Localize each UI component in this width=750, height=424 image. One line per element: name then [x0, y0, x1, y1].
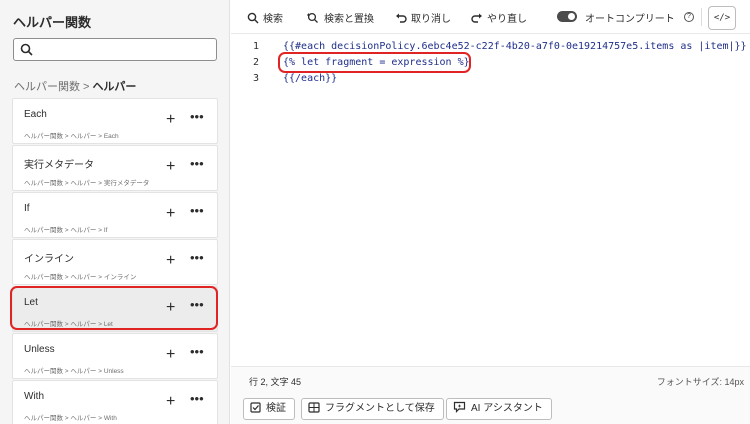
add-icon[interactable]: +: [166, 347, 175, 363]
editor-toolbar: 検索 検索と置換 取り消し やり直し オートコンプリート ? </>: [231, 0, 750, 34]
validate-button[interactable]: 検証: [243, 398, 295, 420]
item-name: With: [24, 391, 44, 402]
help-icon[interactable]: ?: [684, 12, 694, 22]
item-path: ヘルパー関数 > ヘルパー > インライン: [24, 274, 137, 281]
validate-label: 検証: [266, 403, 286, 414]
line-number: 1: [253, 41, 260, 52]
autocomplete-toggle[interactable]: [557, 11, 577, 22]
redo-icon: [471, 13, 482, 23]
item-name: If: [24, 203, 30, 214]
list-item-unless[interactable]: Unless ヘルパー関数 > ヘルパー > Unless + •••: [12, 333, 218, 379]
ai-assistant-label: AI アシスタント: [471, 403, 543, 414]
redo-label: やり直し: [487, 14, 527, 25]
item-name: 実行メタデータ: [24, 160, 94, 171]
search-icon: [247, 12, 259, 24]
ai-assistant-button[interactable]: AI アシスタント: [446, 398, 552, 420]
save-as-fragment-button[interactable]: フラグメントとして保存: [301, 398, 444, 420]
search-label: 検索: [263, 14, 283, 25]
item-path: ヘルパー関数 > ヘルパー > Unless: [24, 368, 124, 375]
autocomplete-label: オートコンプリート: [585, 14, 675, 25]
list-item-each[interactable]: Each ヘルパー関数 > ヘルパー > Each + •••: [12, 98, 218, 144]
redo-button[interactable]: やり直し: [471, 10, 527, 25]
undo-icon: [396, 13, 407, 23]
breadcrumb-current: ヘルパー: [92, 81, 137, 93]
add-icon[interactable]: +: [166, 112, 175, 128]
cursor-position: 行 2, 文字 45: [249, 377, 302, 387]
item-name: Unless: [24, 344, 55, 355]
undo-button[interactable]: 取り消し: [395, 10, 451, 25]
list-item-if[interactable]: If ヘルパー関数 > ヘルパー > If + •••: [12, 192, 218, 238]
save-as-fragment-label: フラグメントとして保存: [325, 403, 435, 414]
search-replace-icon: [307, 12, 318, 23]
action-bar: 検証 フラグメントとして保存 AI アシスタント: [231, 394, 750, 424]
helper-list: Each ヘルパー関数 > ヘルパー > Each + ••• 実行メタデータ …: [12, 98, 218, 424]
search-input[interactable]: [13, 38, 217, 61]
list-item-with[interactable]: With ヘルパー関数 > ヘルパー > With + •••: [12, 380, 218, 424]
more-options-icon[interactable]: •••: [190, 391, 204, 407]
undo-label: 取り消し: [411, 14, 451, 25]
code-editor[interactable]: 1 {{#each decisionPolicy.6ebc4e52-c22f-4…: [231, 35, 750, 365]
breadcrumb-separator: >: [83, 81, 90, 93]
item-path: ヘルパー関数 > ヘルパー > If: [24, 227, 108, 234]
validate-icon: [250, 402, 261, 413]
search-button[interactable]: 検索: [247, 10, 283, 25]
toolbar-divider: [701, 8, 702, 26]
font-size-indicator: フォントサイズ: 14px: [656, 377, 744, 387]
list-item-inline[interactable]: インライン ヘルパー関数 > ヘルパー > インライン + •••: [12, 239, 218, 285]
fragment-icon: [308, 402, 320, 413]
code-highlight-annotation: [278, 52, 471, 73]
add-icon[interactable]: +: [166, 394, 175, 410]
add-icon[interactable]: +: [166, 206, 175, 222]
breadcrumb: ヘルパー関数 > ヘルパー: [14, 78, 136, 94]
more-options-icon[interactable]: •••: [190, 203, 204, 219]
item-path: ヘルパー関数 > ヘルパー > 実行メタデータ: [24, 180, 150, 187]
search-icon: [20, 43, 33, 56]
code-view-button[interactable]: </>: [708, 6, 736, 30]
search-replace-button[interactable]: 検索と置換: [306, 10, 374, 25]
item-path: ヘルパー関数 > ヘルパー > With: [24, 415, 117, 422]
add-icon[interactable]: +: [166, 159, 175, 175]
more-options-icon[interactable]: •••: [190, 156, 204, 172]
more-options-icon[interactable]: •••: [190, 250, 204, 266]
item-name: Each: [24, 109, 47, 120]
code-line[interactable]: {{#each decisionPolicy.6ebc4e52-c22f-4b2…: [283, 41, 747, 52]
let-highlight-annotation: [10, 286, 218, 330]
item-name: インライン: [24, 254, 74, 265]
helper-sidebar: ヘルパー関数 ヘルパー関数 > ヘルパー Each ヘルパー関数 > ヘルパー > …: [0, 0, 230, 424]
sidebar-title: ヘルパー関数: [13, 15, 92, 30]
line-number: 2: [253, 57, 260, 68]
search-replace-label: 検索と置換: [324, 14, 374, 25]
more-options-icon[interactable]: •••: [190, 344, 204, 360]
ai-assistant-icon: [453, 401, 466, 413]
more-options-icon[interactable]: •••: [190, 109, 204, 125]
breadcrumb-parent[interactable]: ヘルパー関数: [14, 81, 80, 93]
code-line[interactable]: {{/each}}: [283, 73, 337, 84]
add-icon[interactable]: +: [166, 253, 175, 269]
line-number: 3: [253, 73, 260, 84]
status-bar: 行 2, 文字 45 フォントサイズ: 14px: [231, 366, 750, 394]
list-item-execution-metadata[interactable]: 実行メタデータ ヘルパー関数 > ヘルパー > 実行メタデータ + •••: [12, 145, 218, 191]
item-path: ヘルパー関数 > ヘルパー > Each: [24, 133, 119, 140]
